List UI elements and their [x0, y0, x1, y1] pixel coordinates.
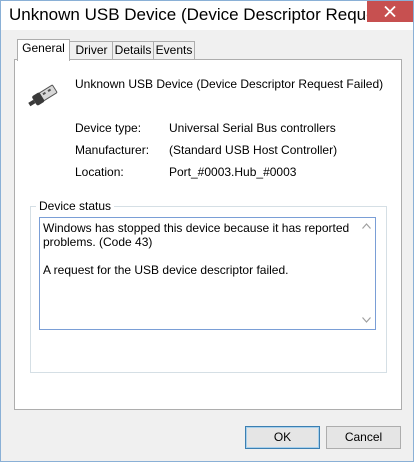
window-title: Unknown USB Device (Device Descriptor Re…: [9, 5, 369, 24]
device-type-label: Device type:: [75, 121, 142, 135]
scroll-up-icon[interactable]: [362, 223, 371, 229]
ok-button[interactable]: OK: [245, 426, 320, 449]
tab-strip: General Driver Details Events: [14, 39, 402, 61]
tab-driver[interactable]: Driver: [69, 41, 114, 60]
location-value: Port_#0003.Hub_#0003: [169, 165, 297, 179]
close-button[interactable]: [367, 1, 413, 22]
close-icon: [384, 6, 396, 17]
usb-plug-icon: [28, 84, 58, 107]
tab-events[interactable]: Events: [153, 41, 195, 60]
device-name: Unknown USB Device (Device Descriptor Re…: [75, 77, 384, 91]
cancel-button[interactable]: Cancel: [326, 426, 401, 449]
scroll-down-icon[interactable]: [362, 317, 371, 323]
location-label: Location:: [75, 165, 124, 179]
title-bar[interactable]: Unknown USB Device (Device Descriptor Re…: [1, 1, 413, 30]
manufacturer-value: (Standard USB Host Controller): [169, 143, 338, 157]
device-properties-window: Unknown USB Device (Device Descriptor Re…: [0, 0, 414, 462]
device-status-text: Windows has stopped this device because …: [43, 221, 350, 277]
status-scrollbar[interactable]: [358, 218, 375, 329]
device-status-textbox[interactable]: Windows has stopped this device because …: [39, 217, 376, 330]
device-status-title: Device status: [36, 199, 115, 213]
manufacturer-label: Manufacturer:: [75, 143, 150, 157]
tab-details[interactable]: Details: [112, 41, 154, 60]
tab-general[interactable]: General: [17, 39, 70, 61]
device-type-value: Universal Serial Bus controllers: [169, 121, 336, 135]
